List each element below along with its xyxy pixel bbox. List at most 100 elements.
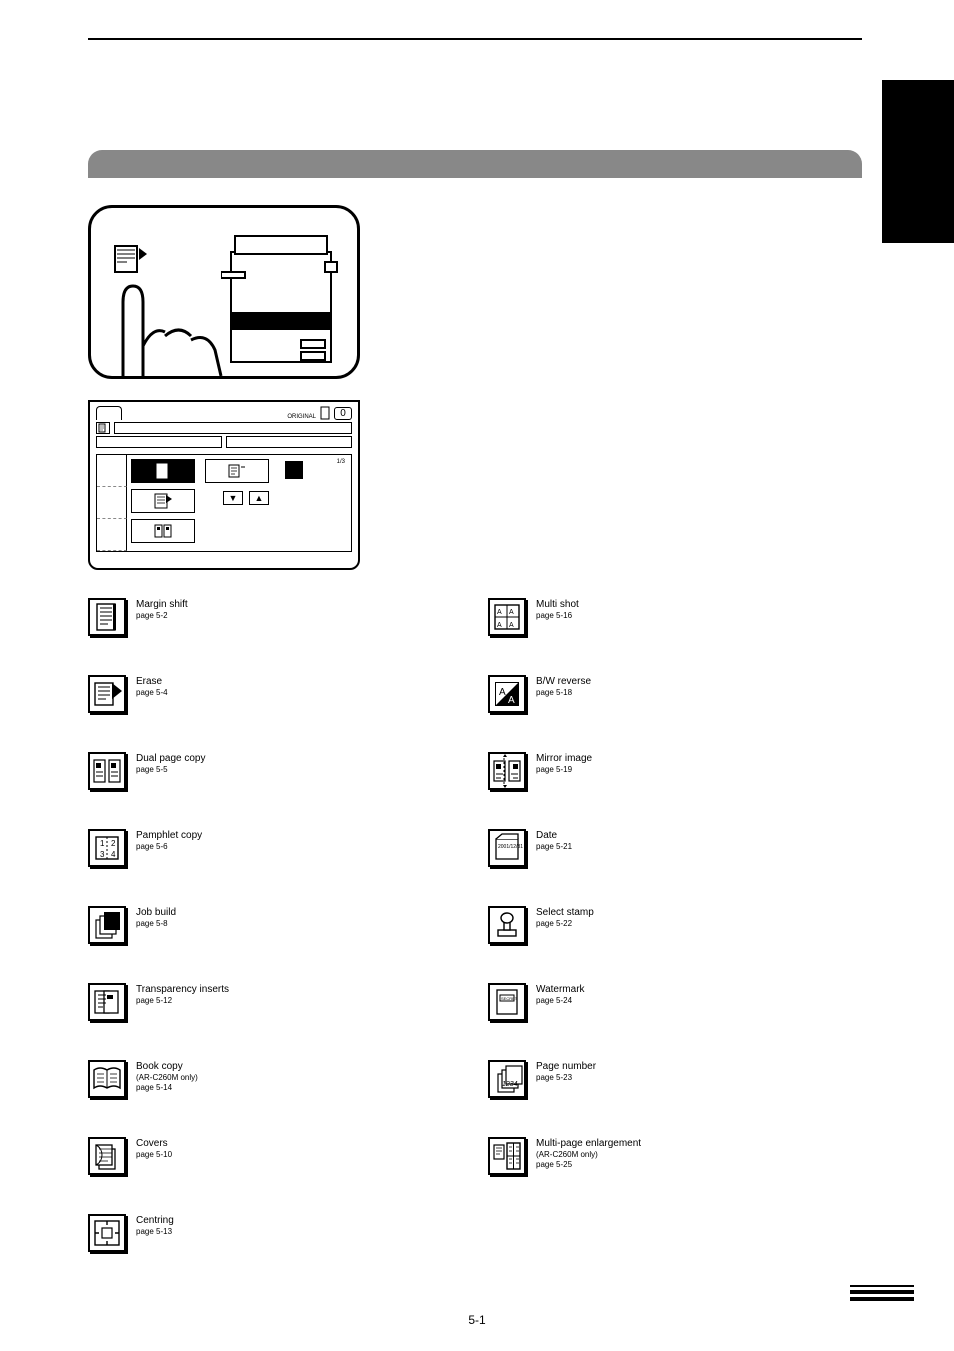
- feature-name: Margin shift: [136, 599, 188, 610]
- svg-text:1: 1: [100, 839, 105, 848]
- feature-book-copy: Book copy (AR-C260M only) page 5-14: [88, 1060, 478, 1137]
- feature-name: Transparency inserts: [136, 984, 229, 995]
- svg-text:3: 3: [100, 850, 105, 859]
- feature-multi-page-enlargement: Multi-page enlargement (AR-C260M only) p…: [488, 1137, 878, 1214]
- feature-page: page 5-4: [136, 688, 168, 697]
- feature-name: Multi-page enlargement: [536, 1138, 641, 1149]
- svg-text:A: A: [499, 687, 506, 698]
- dual-page-copy-icon: [88, 752, 126, 790]
- svg-text:SECRET: SECRET: [501, 996, 518, 1001]
- panel-tab-stamp[interactable]: [97, 519, 127, 551]
- feature-name: B/W reverse: [536, 676, 591, 687]
- panel-tab: [96, 406, 122, 420]
- covers-icon: [88, 1137, 126, 1175]
- feature-column-left: Margin shift page 5-2 Erase page 5-4 Dua…: [88, 598, 478, 1291]
- feature-name: Page number: [536, 1061, 596, 1072]
- svg-text:A: A: [509, 622, 514, 629]
- feature-name: Erase: [136, 676, 168, 687]
- feature-desc: (AR-C260M only): [536, 1150, 641, 1159]
- svg-text:A: A: [508, 695, 515, 706]
- chapter-side-tab: [882, 80, 954, 243]
- centring-icon: [88, 1214, 126, 1252]
- panel-tab-colour[interactable]: [97, 455, 127, 487]
- feature-page: page 5-13: [136, 1227, 174, 1236]
- date-icon: 2001/12/31: [488, 829, 526, 867]
- panel-cell-pamphlet[interactable]: [205, 459, 269, 483]
- feature-page: page 5-18: [536, 688, 591, 697]
- svg-text:2: 2: [111, 839, 116, 848]
- feature-page: page 5-2: [136, 611, 188, 620]
- feature-name: Date: [536, 830, 572, 841]
- panel-tab-image[interactable]: [97, 487, 127, 519]
- feature-page: page 5-21: [536, 842, 572, 851]
- panel-scroll-down[interactable]: ▼: [223, 491, 243, 505]
- original-page-icon: [320, 406, 330, 420]
- stamp-icon: [488, 906, 526, 944]
- panel-page-indicator: 1/3: [337, 459, 345, 465]
- job-build-icon: [88, 906, 126, 944]
- feature-multi-shot: AAAA Multi shot page 5-16: [488, 598, 878, 675]
- hand-pointer-icon: [103, 236, 243, 376]
- svg-text:A: A: [497, 622, 502, 629]
- feature-centring: Centring page 5-13: [88, 1214, 478, 1291]
- feature-date: 2001/12/31 Date page 5-21: [488, 829, 878, 906]
- feature-page: page 5-5: [136, 765, 206, 774]
- feature-covers: Covers page 5-10: [88, 1137, 478, 1214]
- feature-pamphlet-copy: 1234 Pamphlet copy page 5-6: [88, 829, 478, 906]
- feature-bw-reverse: AA B/W reverse page 5-18: [488, 675, 878, 752]
- panel-scroll-up[interactable]: ▲: [249, 491, 269, 505]
- feature-margin-shift: Margin shift page 5-2: [88, 598, 478, 675]
- footer-rule-stack: [850, 1282, 914, 1301]
- feature-stamp: Select stamp page 5-22: [488, 906, 878, 983]
- feature-page: page 5-22: [536, 919, 594, 928]
- mirror-image-icon: [488, 752, 526, 790]
- feature-page: page 5-23: [536, 1073, 596, 1082]
- panel-dark-square: [285, 461, 303, 479]
- panel-cell-margin[interactable]: [131, 459, 195, 483]
- feature-name: Mirror image: [536, 753, 592, 764]
- feature-watermark: SECRET Watermark page 5-24: [488, 983, 878, 1060]
- svg-text:2001/12/31: 2001/12/31: [498, 844, 523, 850]
- document-small-icon: [96, 422, 110, 434]
- feature-name: Centring: [136, 1215, 174, 1226]
- erase-icon: [88, 675, 126, 713]
- multi-page-enlargement-icon: [488, 1137, 526, 1175]
- feature-name: Job build: [136, 907, 176, 918]
- feature-dual-page-copy: Dual page copy page 5-5: [88, 752, 478, 829]
- multi-shot-icon: AAAA: [488, 598, 526, 636]
- touch-panel-special-modes: ORIGINAL 0: [88, 400, 360, 570]
- book-copy-icon: [88, 1060, 126, 1098]
- feature-job-build: Job build page 5-8: [88, 906, 478, 983]
- panel-modes-btn[interactable]: [226, 436, 352, 448]
- feature-erase: Erase page 5-4: [88, 675, 478, 752]
- svg-text:A: A: [509, 609, 514, 616]
- feature-page: page 5-19: [536, 765, 592, 774]
- panel-copies-count: 0: [334, 407, 352, 420]
- svg-text:A: A: [497, 609, 502, 616]
- watermark-icon: SECRET: [488, 983, 526, 1021]
- section-title-bar: [88, 150, 862, 178]
- feature-mirror-image: Mirror image page 5-19: [488, 752, 878, 829]
- margin-shift-icon: [88, 598, 126, 636]
- feature-page: page 5-14: [136, 1083, 198, 1092]
- feature-page-number: 1234 Page number page 5-23: [488, 1060, 878, 1137]
- panel-cell-erase[interactable]: [131, 489, 195, 513]
- feature-page: page 5-12: [136, 996, 229, 1005]
- feature-name: Watermark: [536, 984, 585, 995]
- feature-desc: (AR-C260M only): [136, 1073, 198, 1082]
- feature-page: page 5-25: [536, 1160, 641, 1169]
- svg-text:4: 4: [111, 850, 116, 859]
- page-number: 5-1: [0, 1313, 954, 1327]
- feature-page: page 5-16: [536, 611, 579, 620]
- panel-auto-btn[interactable]: [96, 436, 222, 448]
- panel-special-modes-grid: ▼ ▲ 1/3: [96, 454, 352, 552]
- svg-text:1234: 1234: [502, 1081, 518, 1088]
- feature-name: Dual page copy: [136, 753, 206, 764]
- panel-cell-dual[interactable]: [131, 519, 195, 543]
- feature-page: page 5-8: [136, 919, 176, 928]
- feature-name: Book copy: [136, 1061, 198, 1072]
- panel-original-label: ORIGINAL: [287, 414, 316, 420]
- illustration-special-modes-key: [88, 205, 360, 379]
- feature-page: page 5-24: [536, 996, 585, 1005]
- page-number-icon: 1234: [488, 1060, 526, 1098]
